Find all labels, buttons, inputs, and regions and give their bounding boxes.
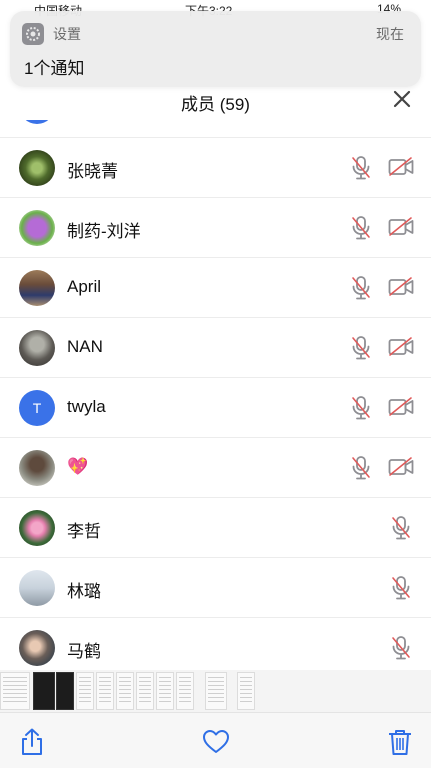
notification-message: 1个通知 bbox=[24, 59, 85, 78]
avatar bbox=[19, 330, 55, 366]
member-name: 李哲 bbox=[67, 522, 101, 541]
thumbnail[interactable] bbox=[96, 672, 114, 710]
member-row[interactable]: 制药-刘洋 bbox=[0, 198, 431, 258]
trash-icon bbox=[389, 730, 411, 755]
thumbnail[interactable] bbox=[56, 672, 74, 710]
member-name: NAN bbox=[67, 337, 103, 356]
member-row[interactable]: NAN bbox=[0, 318, 431, 378]
delete-button[interactable] bbox=[386, 727, 414, 757]
member-name: 张晓菁 bbox=[67, 162, 118, 181]
member-row[interactable]: 李哲 bbox=[0, 498, 431, 558]
member-list[interactable]: 张晓菁制药-刘洋 April NAN Ttwyla 💖 李哲林璐马鹤 bbox=[0, 88, 431, 670]
camera-off-icon bbox=[388, 456, 414, 478]
avatar: T bbox=[19, 390, 55, 426]
member-row[interactable]: 张晓菁 bbox=[0, 138, 431, 198]
mic-muted-icon bbox=[350, 215, 372, 241]
avatar bbox=[19, 210, 55, 246]
camera-off-icon bbox=[388, 276, 414, 298]
mic-muted-icon bbox=[350, 395, 372, 421]
thumbnail[interactable] bbox=[205, 672, 227, 710]
avatar bbox=[19, 150, 55, 186]
bottom-toolbar bbox=[0, 712, 431, 768]
thumbnail[interactable] bbox=[116, 672, 134, 710]
settings-gear-icon bbox=[22, 23, 44, 45]
close-button[interactable] bbox=[391, 88, 413, 110]
avatar bbox=[19, 510, 55, 546]
member-name: twyla bbox=[67, 397, 106, 416]
member-row[interactable]: Ttwyla bbox=[0, 378, 431, 438]
mic-muted-icon bbox=[350, 155, 372, 181]
camera-off-icon bbox=[388, 156, 414, 178]
member-name: April bbox=[67, 277, 102, 296]
member-row[interactable]: 林璐 bbox=[0, 558, 431, 618]
favorite-button[interactable] bbox=[202, 727, 230, 757]
avatar bbox=[19, 270, 55, 306]
member-name: 💖 bbox=[67, 457, 89, 476]
member-name: 林璐 bbox=[67, 582, 101, 601]
member-name: 制药-刘洋 bbox=[67, 222, 141, 241]
mic-muted-icon bbox=[350, 275, 372, 301]
member-row[interactable]: April bbox=[0, 258, 431, 318]
thumbnail[interactable] bbox=[0, 672, 30, 710]
avatar bbox=[19, 570, 55, 606]
camera-off-icon bbox=[388, 396, 414, 418]
thumbnail[interactable] bbox=[237, 672, 255, 710]
heart-icon bbox=[203, 730, 229, 753]
avatar bbox=[19, 630, 55, 666]
thumbnail[interactable] bbox=[176, 672, 194, 710]
thumbnail[interactable] bbox=[136, 672, 154, 710]
member-row[interactable]: 马鹤 bbox=[0, 618, 431, 670]
mic-muted-icon bbox=[390, 575, 412, 601]
share-button[interactable] bbox=[18, 727, 46, 757]
camera-off-icon bbox=[388, 336, 414, 358]
mic-muted-icon bbox=[350, 335, 372, 361]
close-icon bbox=[393, 90, 411, 108]
notification-time: 现在 bbox=[376, 26, 404, 42]
sheet-title: 成员 (59) bbox=[181, 95, 250, 114]
mic-muted-icon bbox=[390, 515, 412, 541]
mic-muted-icon bbox=[350, 455, 372, 481]
thumbnail-strip[interactable] bbox=[0, 670, 431, 712]
notification-app-name: 设置 bbox=[53, 26, 81, 42]
mic-muted-icon bbox=[390, 635, 412, 661]
camera-off-icon bbox=[388, 216, 414, 238]
member-row[interactable]: 💖 bbox=[0, 438, 431, 498]
thumbnail[interactable] bbox=[76, 672, 94, 710]
thumbnail[interactable] bbox=[156, 672, 174, 710]
thumbnail[interactable] bbox=[33, 672, 55, 710]
avatar bbox=[19, 450, 55, 486]
member-name: 马鹤 bbox=[67, 642, 101, 661]
share-icon bbox=[22, 728, 42, 755]
notification-banner[interactable]: 设置 现在 1个通知 bbox=[10, 11, 421, 87]
